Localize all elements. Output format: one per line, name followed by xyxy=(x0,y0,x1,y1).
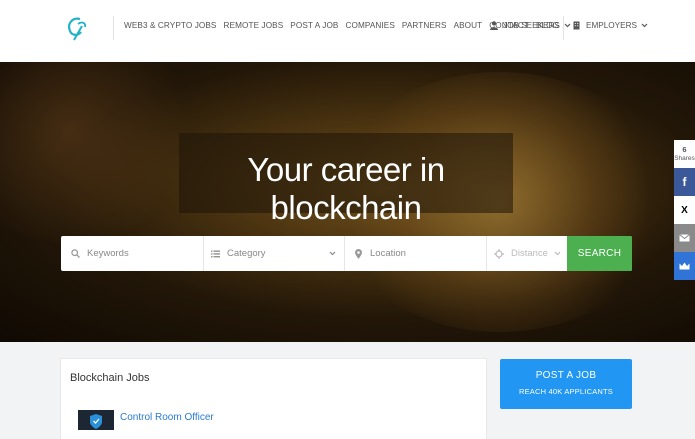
header-divider-right xyxy=(563,16,564,40)
share-count-value: 6 xyxy=(682,145,687,154)
building-icon xyxy=(573,21,580,30)
post-a-job-subtitle: REACH 40K APPLICANTS xyxy=(518,387,614,396)
field-divider xyxy=(203,236,204,271)
jobs-list-heading: Blockchain Jobs xyxy=(70,372,150,384)
map-pin-icon xyxy=(355,248,362,259)
header-divider xyxy=(113,16,114,40)
distance-select[interactable]: Distance xyxy=(494,236,564,271)
nav-remote-jobs[interactable]: REMOTE JOBS xyxy=(224,21,284,30)
keywords-placeholder: Keywords xyxy=(87,248,129,259)
email-share-button[interactable] xyxy=(674,224,695,252)
employers-label: EMPLOYERS xyxy=(586,21,637,30)
category-select[interactable]: Category xyxy=(211,236,339,271)
hero-title: Your career in blockchain xyxy=(247,151,445,226)
search-button[interactable]: SEARCH xyxy=(567,236,632,271)
company-logo[interactable] xyxy=(78,410,114,430)
location-placeholder: Location xyxy=(370,248,406,259)
nav-partners[interactable]: PARTNERS xyxy=(402,21,447,30)
hero-banner: Your career in blockchain Keywords Categ… xyxy=(0,62,695,342)
crosshair-icon xyxy=(494,248,504,259)
crown-icon xyxy=(679,262,690,270)
job-seekers-label: JOB SEEKERS xyxy=(503,21,560,30)
nav-web3-crypto-jobs[interactable]: WEB3 & CRYPTO JOBS xyxy=(124,21,217,30)
keywords-field[interactable]: Keywords xyxy=(71,236,201,271)
facebook-share-button[interactable]: f xyxy=(674,168,695,196)
site-header: WEB3 & CRYPTO JOBS REMOTE JOBS POST A JO… xyxy=(0,0,695,62)
more-share-button[interactable] xyxy=(674,252,695,280)
employers-menu[interactable]: EMPLOYERS xyxy=(573,21,648,30)
nav-post-a-job[interactable]: POST A JOB xyxy=(290,21,338,30)
x-icon: X xyxy=(681,204,688,216)
job-search-bar: Keywords Category Location Distance SEAR… xyxy=(61,236,632,271)
field-divider xyxy=(486,236,487,271)
chevron-down-icon xyxy=(554,251,561,256)
post-a-job-button[interactable]: POST A JOB REACH 40K APPLICANTS xyxy=(500,359,632,409)
chevron-down-icon xyxy=(564,23,571,28)
shield-icon xyxy=(90,414,102,429)
chevron-down-icon xyxy=(329,251,336,256)
envelope-icon xyxy=(679,234,690,242)
job-title-link[interactable]: Control Room Officer xyxy=(120,412,214,423)
jobs-list-card: Blockchain Jobs Control Room Officer xyxy=(61,359,486,439)
facebook-icon: f xyxy=(682,175,687,189)
social-share-bar: 6 Shares f X xyxy=(674,140,695,280)
field-divider xyxy=(344,236,345,271)
nav-companies[interactable]: COMPANIES xyxy=(345,21,394,30)
share-count-label: Shares xyxy=(674,155,695,162)
search-icon xyxy=(71,249,80,258)
chevron-down-icon xyxy=(641,23,648,28)
list-icon xyxy=(211,250,220,257)
distance-label: Distance xyxy=(511,248,548,259)
post-a-job-title: POST A JOB xyxy=(535,370,597,381)
nav-about[interactable]: ABOUT xyxy=(454,21,483,30)
category-label: Category xyxy=(227,248,266,259)
job-seekers-menu[interactable]: JOB SEEKERS xyxy=(490,21,571,30)
user-icon xyxy=(490,21,498,30)
share-count: 6 Shares xyxy=(674,140,695,168)
x-share-button[interactable]: X xyxy=(674,196,695,224)
hero-title-box: Your career in blockchain xyxy=(179,133,513,226)
chain-logo-icon[interactable] xyxy=(62,14,92,44)
location-field[interactable]: Location xyxy=(355,236,485,271)
